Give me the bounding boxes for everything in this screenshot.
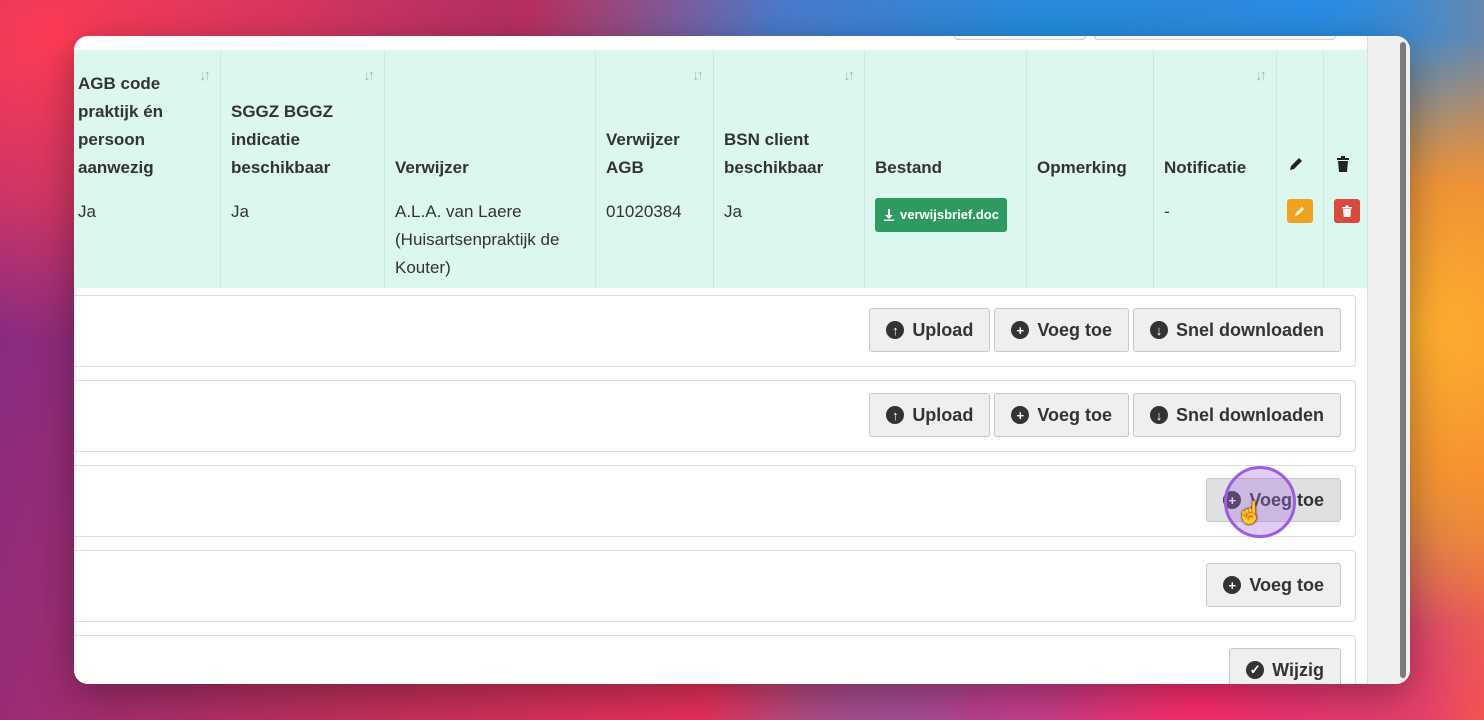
sort-icon[interactable]: ↓↑ — [199, 62, 211, 90]
arrow-up-circle-icon: ↑ — [886, 321, 905, 339]
col-verwijzer: Verwijzer — [384, 50, 596, 188]
toolbar-input-stub[interactable] — [1094, 36, 1336, 40]
arrow-down-circle-icon: ↓ — [1149, 406, 1168, 424]
cell-bestand: verwijsbrief.doc — [864, 188, 1027, 288]
add-button[interactable]: + Voeg toe — [994, 393, 1129, 437]
col-opmerking: Opmerking — [1026, 50, 1154, 188]
cell-edit — [1276, 188, 1324, 288]
col-delete — [1323, 50, 1371, 188]
cell-verwijzer: A.L.A. van Laere (Huisartsenpraktijk de … — [384, 188, 596, 288]
col-sggz[interactable]: SGGZ BGGZ indicatie beschikbaar ↓↑ — [220, 50, 385, 188]
sort-icon[interactable]: ↓↑ — [363, 62, 375, 90]
scrollbar[interactable] — [1367, 36, 1410, 684]
download-icon — [884, 209, 894, 221]
panel-1: ↑ Upload + Voeg toe ↓ Snel downloaden — [74, 295, 1356, 367]
hand-cursor-icon: ☝ — [1236, 500, 1264, 525]
col-agb-code[interactable]: AGB code praktijk én persoon aanwezig ↓↑ — [74, 50, 221, 188]
trash-icon — [1337, 156, 1349, 172]
sort-icon[interactable]: ↓↑ — [843, 62, 855, 90]
add-button[interactable]: + Voeg toe — [1206, 563, 1341, 607]
panel-3: + Voeg toe — [74, 465, 1356, 537]
scrollbar-thumb[interactable] — [1400, 42, 1406, 678]
panel-2: ↑ Upload + Voeg toe ↓ Snel downloaden — [74, 380, 1356, 452]
quick-download-button[interactable]: ↓ Snel downloaden — [1132, 393, 1341, 437]
col-notificatie[interactable]: Notificatie ↓↑ — [1153, 50, 1277, 188]
toolbar-button-stub[interactable] — [954, 36, 1086, 40]
cell-delete — [1323, 188, 1371, 288]
app-window: AGB code praktijk én persoon aanwezig ↓↑ … — [74, 36, 1410, 684]
cell-notificatie: - — [1153, 188, 1277, 288]
cell-verwijzer-agb: 01020384 — [595, 188, 714, 288]
col-edit — [1276, 50, 1324, 188]
top-toolbar-stubs — [954, 36, 1354, 40]
panel-5: ✓ Wijzig — [74, 635, 1356, 684]
cell-opmerking — [1026, 188, 1154, 288]
quick-download-button[interactable]: ↓ Snel downloaden — [1132, 308, 1341, 352]
cell-sggz: Ja — [220, 188, 385, 288]
sort-icon[interactable]: ↓↑ — [692, 62, 704, 90]
upload-button[interactable]: ↑ Upload — [869, 308, 991, 352]
arrow-up-circle-icon: ↑ — [886, 406, 905, 424]
table-row: Ja Ja A.L.A. van Laere (Huisartsenprakti… — [74, 188, 1371, 288]
arrow-down-circle-icon: ↓ — [1149, 321, 1168, 339]
sort-icon[interactable]: ↓↑ — [1255, 62, 1267, 90]
cell-bsn: Ja — [713, 188, 865, 288]
panel-4: + Voeg toe — [74, 550, 1356, 622]
col-verwijzer-agb[interactable]: Verwijzer AGB ↓↑ — [595, 50, 714, 188]
referral-table: AGB code praktijk én persoon aanwezig ↓↑ … — [74, 50, 1371, 288]
add-button[interactable]: + Voeg toe — [994, 308, 1129, 352]
edit-button[interactable] — [1287, 199, 1313, 223]
pencil-icon — [1290, 158, 1302, 170]
cell-agb-code: Ja — [74, 188, 221, 288]
plus-circle-icon: + — [1011, 321, 1030, 339]
col-bestand: Bestand — [864, 50, 1027, 188]
col-bsn[interactable]: BSN client beschikbaar ↓↑ — [713, 50, 865, 188]
delete-button[interactable] — [1334, 199, 1360, 223]
download-file-button[interactable]: verwijsbrief.doc — [875, 198, 1007, 232]
upload-button[interactable]: ↑ Upload — [869, 393, 991, 437]
table-header-row: AGB code praktijk én persoon aanwezig ↓↑ … — [74, 50, 1371, 188]
check-circle-icon: ✓ — [1246, 661, 1265, 679]
pencil-icon — [1295, 207, 1304, 216]
plus-circle-icon: + — [1011, 406, 1030, 424]
edit-save-button[interactable]: ✓ Wijzig — [1229, 648, 1341, 684]
trash-icon — [1342, 205, 1352, 217]
plus-circle-icon: + — [1223, 576, 1242, 594]
